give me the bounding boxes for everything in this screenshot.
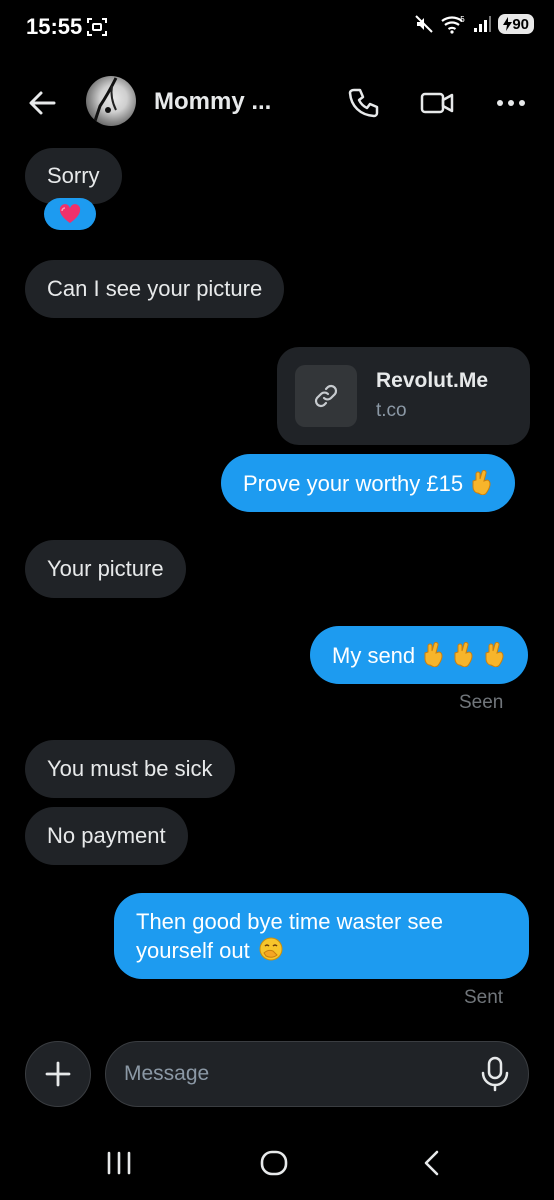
phone-icon[interactable] [346,86,380,120]
message-outgoing[interactable]: My send [310,626,528,684]
status-icons: 5 90 [414,14,534,34]
crossed-fingers-icon [424,642,443,667]
message-incoming[interactable]: No payment [25,807,188,865]
crossed-fingers-icon [485,642,504,667]
system-navigation-bar [0,1140,554,1200]
battery-level: 90 [512,15,529,33]
screenshot-icon [87,18,107,36]
microphone-icon[interactable] [478,1056,512,1092]
message-incoming[interactable]: Your picture [25,540,186,598]
crossed-fingers-icon [472,470,491,495]
message-text: You must be sick [47,756,213,781]
link-thumbnail [295,365,357,427]
recent-apps-icon[interactable] [104,1148,134,1178]
battery-indicator: 90 [498,14,534,34]
video-call-icon[interactable] [420,86,454,120]
message-text: Prove your worthy £15 [243,471,464,496]
message-text: Can I see your picture [47,276,263,301]
message-incoming[interactable]: Sorry [25,148,122,204]
add-attachment-button[interactable] [25,1041,91,1107]
heart-icon [59,204,81,223]
message-outgoing[interactable]: Prove your worthy £15 [221,454,516,512]
svg-text:5: 5 [460,15,465,24]
message-text-line: Then good bye time waster see [136,909,443,934]
plus-icon [45,1061,71,1087]
crossed-fingers-icon [454,642,473,667]
wifi-icon: 5 [441,15,465,34]
conversation-header: Mommy ... [0,72,554,134]
link-title: Revolut.Me [376,369,489,392]
home-icon[interactable] [259,1148,289,1178]
heart-reaction[interactable] [44,198,96,230]
contact-name[interactable]: Mommy ... [154,88,271,116]
system-back-icon[interactable] [417,1148,447,1178]
message-text: Your picture [47,556,164,581]
face-with-hand-over-mouth-icon [259,937,283,961]
signal-icon [474,16,492,32]
message-status: Seen [459,692,504,713]
link-domain: t.co [376,400,407,421]
charging-icon [503,17,513,31]
message-status: Sent [464,987,504,1008]
message-text: Sorry [47,163,100,188]
message-text: My send [332,643,416,668]
message-text-line-2: yourself out [136,936,507,965]
avatar[interactable] [86,76,136,126]
message-incoming[interactable]: You must be sick [25,740,235,798]
message-input[interactable] [105,1041,529,1107]
link-icon [314,384,338,408]
message-text: No payment [47,823,166,848]
more-options-icon[interactable] [494,86,528,120]
back-arrow-icon[interactable] [26,87,58,119]
status-bar: 15:55 5 90 [0,0,554,58]
message-incoming[interactable]: Can I see your picture [25,260,285,318]
link-preview-card[interactable]: Revolut.Me t.co [277,347,530,445]
status-time: 15:55 [26,14,83,39]
avatar-image [92,77,118,125]
message-outgoing[interactable]: Then good bye time waster see yourself o… [114,893,529,979]
message-text: yourself out [136,938,250,963]
mute-icon [415,15,434,33]
